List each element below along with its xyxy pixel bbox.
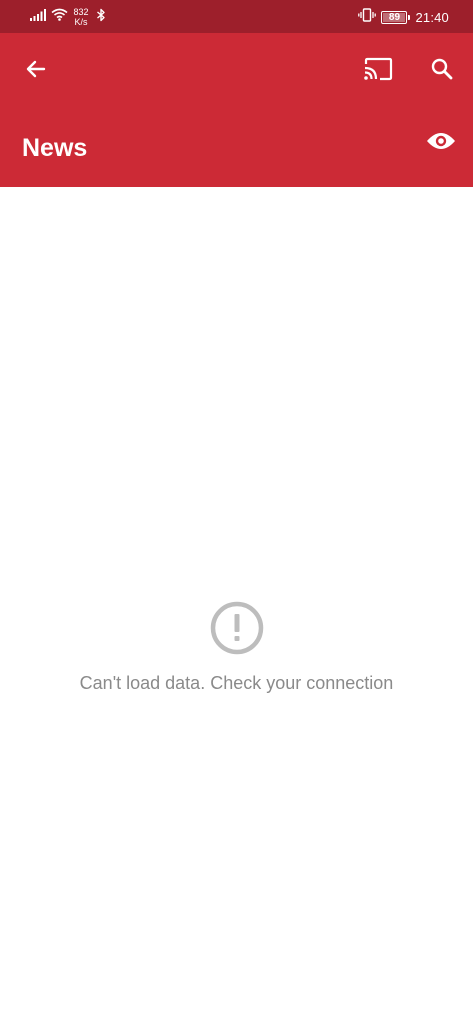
app-bar: News [0,33,473,187]
vibrate-icon [358,7,377,27]
wifi-icon [51,8,68,26]
clock: 21:40 [415,9,449,25]
page-title: News [22,134,88,162]
signal-icon [30,8,46,26]
eye-icon [426,131,456,156]
bluetooth-icon [96,8,106,27]
status-left: 832 K/s [30,6,106,28]
network-speed: 832 K/s [70,7,92,27]
network-speed-unit: K/s [74,17,88,27]
cast-button[interactable] [356,49,400,93]
battery-icon: 89 [381,10,411,24]
search-icon [430,57,454,86]
visibility-toggle-button[interactable] [419,121,463,165]
network-speed-value: 832 [73,7,89,17]
error-message: Can't load data. Check your connection [79,673,394,693]
cast-icon [363,57,393,86]
battery-level: 89 [388,11,401,23]
search-button[interactable] [420,49,464,93]
empty-state: Can't load data. Check your connection [0,600,473,694]
back-arrow-icon [24,57,48,86]
status-right: 89 21:40 [358,6,449,28]
back-button[interactable] [14,49,58,93]
status-bar: 832 K/s 89 21:40 [0,0,473,33]
error-circle-icon [209,600,265,656]
